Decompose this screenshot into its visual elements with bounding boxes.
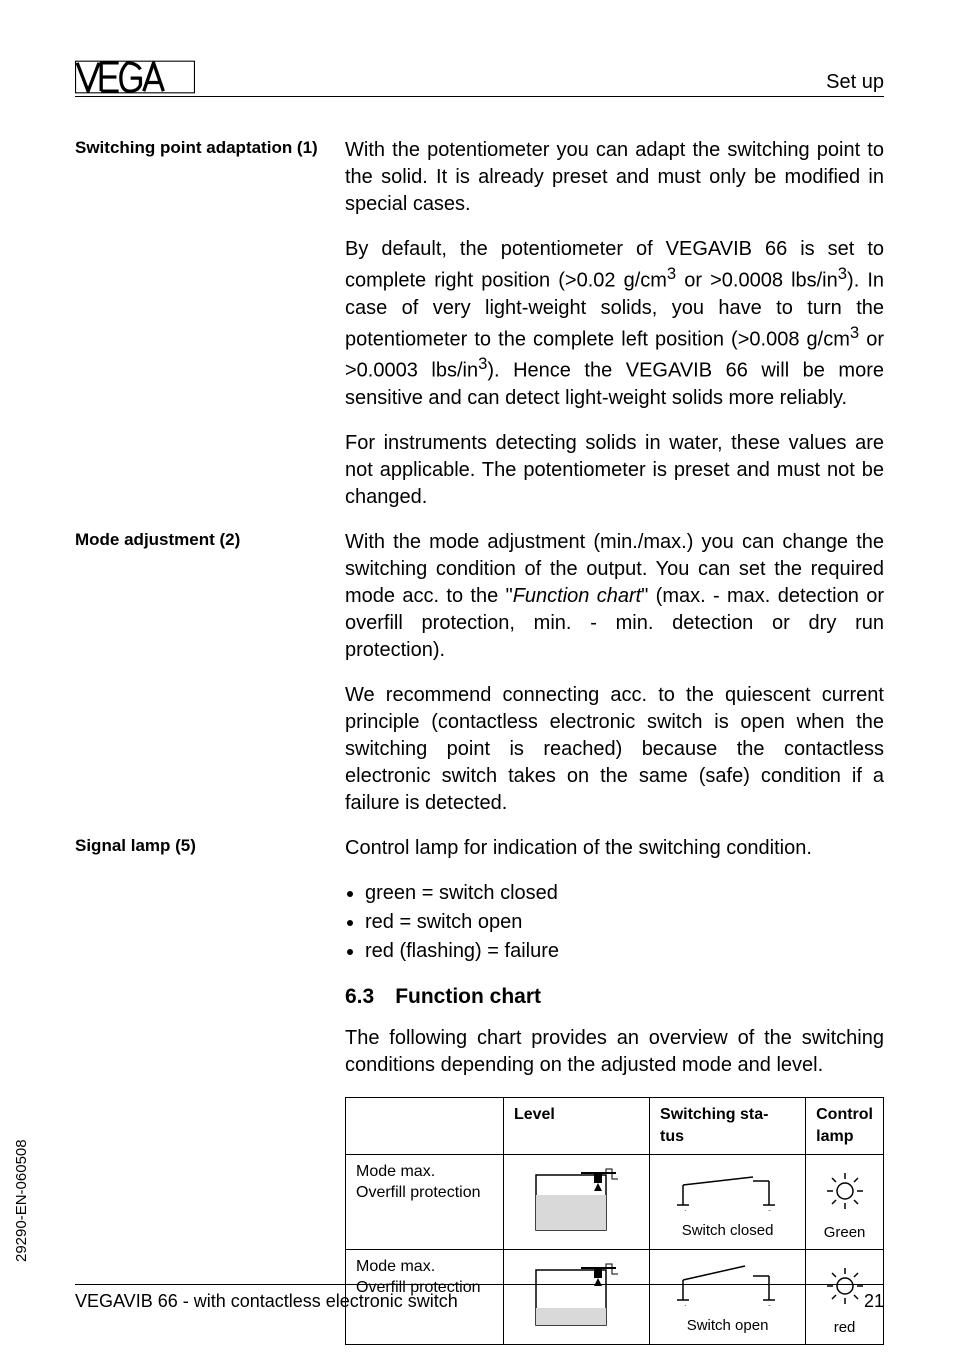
switch-label: Switch closed — [660, 1221, 795, 1241]
spa-p2: By default, the potentiometer of VEGAVIB… — [345, 236, 884, 412]
th-level: Level — [503, 1098, 649, 1154]
lamp-cell: Green — [806, 1154, 884, 1249]
switch-closed-icon: 1 2 — [673, 1167, 783, 1211]
signal-b3: red (flashing) = failure — [365, 938, 884, 965]
level-high-icon — [526, 1165, 626, 1235]
th-switching: Switching sta-tus — [650, 1098, 806, 1154]
th-lamp: Control lamp — [806, 1098, 884, 1154]
mode-line1: Mode max. — [356, 1163, 435, 1180]
lamp-label: Green — [816, 1223, 873, 1243]
table-row: Mode max. Overfill protection — [346, 1154, 884, 1249]
subsection-intro: The following chart provides an overview… — [345, 1025, 884, 1079]
page-header: Set up — [75, 60, 884, 97]
level-cell — [503, 1154, 649, 1249]
subsection-title: 6.3 Function chart — [345, 983, 884, 1011]
side-label-signal: Signal lamp (5) — [75, 835, 345, 1345]
signal-b2: red = switch open — [365, 909, 884, 936]
doc-number: 29290-EN-060508 — [13, 1139, 30, 1262]
th-blank — [346, 1098, 504, 1154]
footer-left: VEGAVIB 66 - with contactless electronic… — [75, 1291, 458, 1312]
side-label-mode: Mode adjustment (2) — [75, 529, 345, 835]
mode-p2: We recommend connecting acc. to the quie… — [345, 682, 884, 817]
logo — [75, 60, 195, 94]
footer-page-number: 21 — [864, 1291, 884, 1312]
spa-p3: For instruments detecting solids in wate… — [345, 430, 884, 511]
mode-p1: With the mode adjustment (min./max.) you… — [345, 529, 884, 664]
header-section-title: Set up — [826, 71, 884, 94]
spa-p1: With the potentiometer you can adapt the… — [345, 137, 884, 218]
svg-text:1: 1 — [683, 1209, 688, 1211]
signal-b1: green = switch closed — [365, 880, 884, 907]
page-footer: VEGAVIB 66 - with contactless electronic… — [75, 1284, 884, 1312]
signal-p1: Control lamp for indication of the switc… — [345, 835, 884, 862]
switch-cell: 1 2 Switch closed — [650, 1154, 806, 1249]
lamp-on-icon — [817, 1167, 873, 1213]
mode-line1: Mode max. — [356, 1258, 435, 1275]
mode-cell: Mode max. Overfill protection — [346, 1154, 504, 1249]
svg-text:2: 2 — [767, 1209, 772, 1211]
mode-p1-em: Function chart — [513, 585, 642, 607]
side-label-spa: Switching point adaptation (1) — [75, 137, 345, 529]
lamp-label: red — [816, 1318, 873, 1338]
switch-label: Switch open — [660, 1316, 795, 1336]
spa-p2-b: or >0.0008 lbs/in — [676, 270, 838, 292]
mode-line2: Overfill protection — [356, 1184, 481, 1201]
signal-bullets: green = switch closed red = switch open … — [345, 880, 884, 965]
